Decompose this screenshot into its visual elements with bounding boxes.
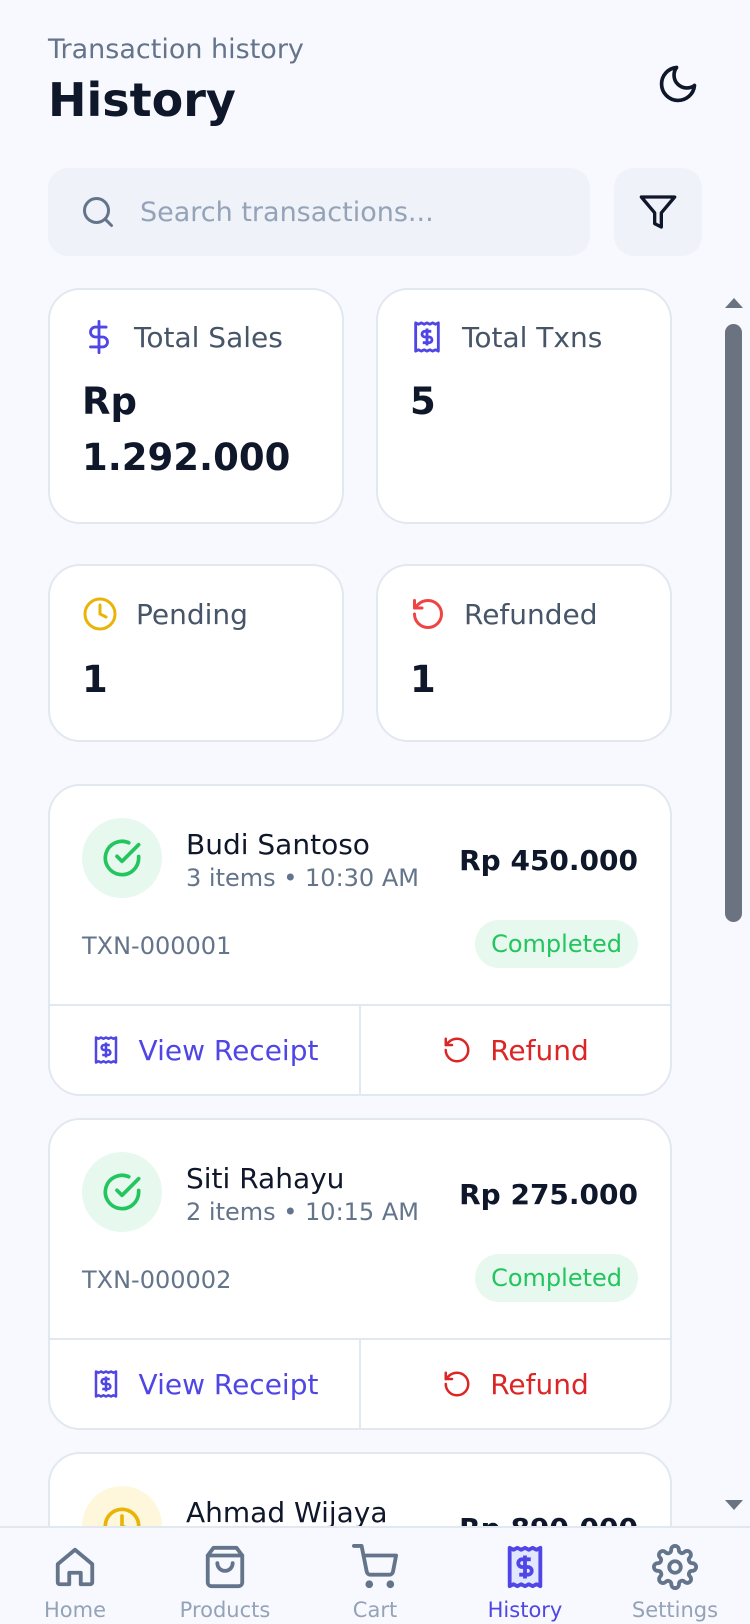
transaction-meta: 3 items • 10:30 AM xyxy=(186,864,419,892)
filter-button[interactable] xyxy=(614,168,702,256)
status-circle xyxy=(82,1486,162,1526)
clock-icon xyxy=(83,597,117,631)
scroll-up-arrow[interactable] xyxy=(725,298,743,308)
nav-label: Settings xyxy=(631,1598,719,1622)
stat-label: Total Sales xyxy=(134,320,283,354)
home-icon xyxy=(55,1547,95,1587)
stat-label: Pending xyxy=(136,597,248,631)
transaction-meta: 2 items • 10:15 AM xyxy=(186,1198,419,1226)
nav-label: Cart xyxy=(352,1598,398,1622)
page-header: Transaction history History xyxy=(48,34,304,127)
history-scroll-area[interactable]: Total Sales Rp 1.292.000 Total Txns 5 Pe… xyxy=(0,288,750,1526)
check-circle-icon xyxy=(103,1173,141,1211)
stat-value: 1 xyxy=(410,658,436,701)
customer-name: Ahmad Wijaya xyxy=(186,1496,388,1526)
refund-icon xyxy=(444,1037,470,1063)
nav-item-settings[interactable]: Settings xyxy=(600,1528,750,1624)
transaction-amount: Rp 890.000 xyxy=(459,1512,638,1526)
nav-label: Home xyxy=(43,1598,106,1622)
check-circle-icon xyxy=(103,839,141,877)
customer-name: Siti Rahayu xyxy=(186,1162,345,1195)
page-subtitle: Transaction history xyxy=(48,34,304,65)
refund-button[interactable]: Refund xyxy=(359,1340,670,1428)
stat-card-total-txns: Total Txns 5 xyxy=(376,288,672,524)
refund-label: Refund xyxy=(490,1033,589,1067)
refund-icon xyxy=(444,1371,470,1397)
clock-icon xyxy=(103,1507,141,1526)
gear-icon xyxy=(652,1544,698,1590)
status-badge: Completed xyxy=(475,1254,638,1302)
refund-label: Refund xyxy=(490,1367,589,1401)
stat-value: 5 xyxy=(410,380,436,423)
search-input[interactable] xyxy=(140,196,560,228)
nav-item-cart[interactable]: Cart xyxy=(300,1528,450,1624)
transaction-card[interactable]: Budi Santoso 3 items • 10:30 AM Rp 450.0… xyxy=(48,784,672,1096)
refund-icon xyxy=(413,599,443,629)
stat-card-refunded: Refunded 1 xyxy=(376,564,672,742)
theme-toggle-button[interactable] xyxy=(654,60,702,108)
search-bar[interactable] xyxy=(48,168,590,256)
moon-icon xyxy=(659,65,697,103)
transaction-card[interactable]: Ahmad Wijaya Rp 890.000 xyxy=(48,1452,672,1526)
view-receipt-button[interactable]: View Receipt xyxy=(50,1006,359,1094)
stat-card-total-sales: Total Sales Rp 1.292.000 xyxy=(48,288,344,524)
transaction-id: TXN-000002 xyxy=(82,1266,232,1294)
transaction-amount: Rp 275.000 xyxy=(459,1178,638,1211)
nav-item-products[interactable]: Products xyxy=(150,1528,300,1624)
refund-button[interactable]: Refund xyxy=(359,1006,670,1094)
transaction-amount: Rp 450.000 xyxy=(459,844,638,877)
nav-item-home[interactable]: Home xyxy=(0,1528,150,1624)
stat-value: 1 xyxy=(82,658,108,701)
stat-card-pending: Pending 1 xyxy=(48,564,344,742)
receipt-icon xyxy=(94,1036,117,1064)
nav-item-history[interactable]: History xyxy=(450,1528,600,1624)
receipt-icon xyxy=(414,321,440,353)
scroll-down-arrow[interactable] xyxy=(725,1500,743,1510)
status-badge: Completed xyxy=(475,920,638,968)
stat-value: Rp 1.292.000 xyxy=(82,380,291,479)
scrollbar-thumb[interactable] xyxy=(725,324,742,922)
filter-icon xyxy=(639,195,677,229)
cart-icon xyxy=(352,1544,398,1589)
view-receipt-label: View Receipt xyxy=(138,1367,319,1401)
nav-label: History xyxy=(487,1598,563,1622)
nav-label: Products xyxy=(179,1598,271,1622)
status-circle xyxy=(82,1152,162,1232)
view-receipt-label: View Receipt xyxy=(138,1033,319,1067)
shopping-bag-icon xyxy=(205,1545,245,1589)
customer-name: Budi Santoso xyxy=(186,828,370,861)
stat-label: Refunded xyxy=(464,597,598,631)
view-receipt-button[interactable]: View Receipt xyxy=(50,1340,359,1428)
transaction-id: TXN-000001 xyxy=(82,932,232,960)
status-circle xyxy=(82,818,162,898)
dollar-icon xyxy=(89,320,109,354)
bottom-nav: Home Products Cart History Settings xyxy=(0,1526,750,1624)
receipt-icon xyxy=(507,1545,543,1589)
receipt-icon xyxy=(94,1370,117,1398)
scrollbar[interactable] xyxy=(722,296,746,1524)
search-icon xyxy=(83,197,113,227)
transaction-card[interactable]: Siti Rahayu 2 items • 10:15 AM Rp 275.00… xyxy=(48,1118,672,1430)
page-title: History xyxy=(48,73,236,127)
stat-label: Total Txns xyxy=(462,320,603,354)
